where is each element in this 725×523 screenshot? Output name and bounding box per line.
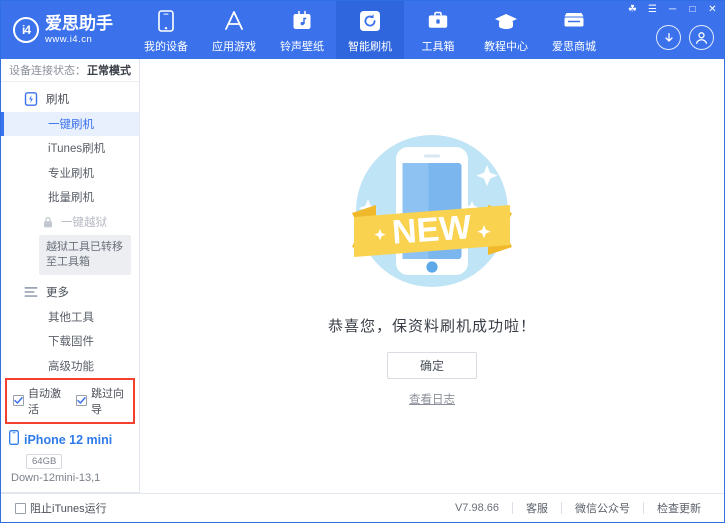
close-button[interactable]: ✕ <box>707 5 718 15</box>
main-navigation: 我的设备 应用游戏 铃声壁纸 智能刷机 <box>132 1 608 59</box>
window-controls: ☘ ☰ ─ □ ✕ <box>627 5 718 15</box>
flash-phone-icon <box>23 91 38 106</box>
logo-badge-icon: i4 <box>13 17 39 43</box>
phone-small-icon <box>9 430 19 450</box>
phone-icon <box>158 9 174 33</box>
sidebar-section-label: 更多 <box>46 284 69 300</box>
tab-label: 教程中心 <box>484 38 528 54</box>
logo-url: www.i4.cn <box>45 35 113 45</box>
application-window: i4 爱思助手 www.i4.cn 我的设备 应用游戏 <box>0 0 725 523</box>
sidebar-item-one-key-jailbreak: 一键越狱 <box>1 209 139 233</box>
lock-icon <box>41 215 54 228</box>
sidebar-item-label: 高级功能 <box>48 358 94 374</box>
auto-activate-checkbox[interactable] <box>13 395 24 406</box>
header-actions <box>656 25 714 50</box>
option-label: 跳过向导 <box>91 385 129 417</box>
skip-wizard-checkbox[interactable] <box>76 395 87 406</box>
sidebar-item-label: 下载固件 <box>48 333 94 349</box>
tab-label: 我的设备 <box>144 38 188 54</box>
new-phone-badge-illustration: NEW <box>342 121 522 301</box>
jailbreak-tooltip: 越狱工具已转移至工具箱 <box>39 235 131 275</box>
logo-title: 爱思助手 <box>45 15 113 32</box>
sidebar-section-flash: 刷机 <box>1 86 139 112</box>
option-auto-activate[interactable]: 自动激活 <box>13 385 66 417</box>
illustration-new-label: NEW <box>391 208 474 252</box>
sidebar-item-itunes-flash[interactable]: iTunes刷机 <box>1 136 139 160</box>
gift-icon[interactable]: ☘ <box>627 5 638 15</box>
tab-label: 爱思商城 <box>552 38 596 54</box>
wechat-official-link[interactable]: 微信公众号 <box>562 500 643 516</box>
logo-text: 爱思助手 www.i4.cn <box>45 15 113 45</box>
tab-store[interactable]: 爱思商城 <box>540 1 608 59</box>
tab-label: 应用游戏 <box>212 38 256 54</box>
version-label: V7.98.66 <box>442 502 512 514</box>
tab-label: 工具箱 <box>422 38 455 54</box>
menu-icon[interactable]: ☰ <box>647 5 658 15</box>
sidebar-item-one-key-flash[interactable]: 一键刷机 <box>1 112 139 136</box>
tab-smart-flash[interactable]: 智能刷机 <box>336 1 404 59</box>
sidebar: 设备连接状态：正常模式 刷机 一键刷机 iTunes刷机 专业刷机 批量刷机 <box>1 59 140 493</box>
check-update-link[interactable]: 检查更新 <box>644 500 714 516</box>
device-name: iPhone 12 mini <box>24 433 112 447</box>
footer-links: V7.98.66 客服 微信公众号 检查更新 <box>442 500 714 516</box>
device-capacity-badge: 64GB <box>26 454 62 469</box>
sidebar-item-label: iTunes刷机 <box>48 140 105 156</box>
sidebar-item-label: 专业刷机 <box>48 165 94 181</box>
sidebar-section-more: 更多 <box>1 279 139 305</box>
block-itunes-option[interactable]: 阻止iTunes运行 <box>15 500 107 516</box>
sidebar-item-label: 一键越狱 <box>61 214 107 230</box>
sidebar-item-advanced-features[interactable]: 高级功能 <box>1 354 139 378</box>
connected-device-info[interactable]: iPhone 12 mini 64GB Down-12mini-13,1 <box>1 424 139 493</box>
app-body: 设备连接状态：正常模式 刷机 一键刷机 iTunes刷机 专业刷机 批量刷机 <box>1 59 724 493</box>
sidebar-item-label: 其他工具 <box>48 309 94 325</box>
status-bar: 阻止iTunes运行 V7.98.66 客服 微信公众号 检查更新 <box>1 493 724 522</box>
device-connection-status: 设备连接状态：正常模式 <box>1 59 139 82</box>
graduation-cap-icon <box>494 9 518 33</box>
confirm-button[interactable]: 确定 <box>387 352 477 379</box>
refresh-icon <box>360 9 380 33</box>
device-name-row: iPhone 12 mini <box>9 430 139 450</box>
sidebar-item-download-firmware[interactable]: 下载固件 <box>1 329 139 353</box>
maximize-button[interactable]: □ <box>687 5 698 15</box>
apps-icon <box>222 9 246 33</box>
app-logo[interactable]: i4 爱思助手 www.i4.cn <box>1 1 132 59</box>
option-skip-wizard[interactable]: 跳过向导 <box>76 385 129 417</box>
tab-my-device[interactable]: 我的设备 <box>132 1 200 59</box>
customer-service-link[interactable]: 客服 <box>513 500 561 516</box>
option-label: 自动激活 <box>28 385 66 417</box>
tab-apps-games[interactable]: 应用游戏 <box>200 1 268 59</box>
list-icon <box>23 284 38 299</box>
minimize-button[interactable]: ─ <box>667 5 678 15</box>
sidebar-item-batch-flash[interactable]: 批量刷机 <box>1 185 139 209</box>
user-avatar-icon[interactable] <box>689 25 714 50</box>
status-label: 设备连接状态： <box>9 62 86 78</box>
main-content: NEW 恭喜您，保资料刷机成功啦！ 确定 查看日志 <box>140 59 724 493</box>
block-itunes-checkbox[interactable] <box>15 503 26 514</box>
toolbox-icon <box>427 9 449 33</box>
music-icon <box>292 9 312 33</box>
tab-label: 铃声壁纸 <box>280 38 324 54</box>
sidebar-item-other-tools[interactable]: 其他工具 <box>1 305 139 329</box>
store-icon <box>562 9 586 33</box>
tab-label: 智能刷机 <box>348 38 392 54</box>
device-identifier: Down-12mini-13,1 <box>11 472 139 484</box>
flash-options-highlight-box: 自动激活 跳过向导 <box>5 378 135 424</box>
block-itunes-label: 阻止iTunes运行 <box>30 500 107 516</box>
status-value: 正常模式 <box>87 62 131 78</box>
download-icon[interactable] <box>656 25 681 50</box>
sidebar-item-label: 一键刷机 <box>48 116 94 132</box>
tab-tutorial-center[interactable]: 教程中心 <box>472 1 540 59</box>
view-log-link[interactable]: 查看日志 <box>409 391 455 407</box>
tab-ringtones-wallpapers[interactable]: 铃声壁纸 <box>268 1 336 59</box>
success-message: 恭喜您，保资料刷机成功啦！ <box>328 315 536 336</box>
tab-toolbox[interactable]: 工具箱 <box>404 1 472 59</box>
sidebar-item-label: 批量刷机 <box>48 189 94 205</box>
sidebar-section-label: 刷机 <box>46 91 69 107</box>
sidebar-item-pro-flash[interactable]: 专业刷机 <box>1 161 139 185</box>
app-header: i4 爱思助手 www.i4.cn 我的设备 应用游戏 <box>1 1 724 59</box>
